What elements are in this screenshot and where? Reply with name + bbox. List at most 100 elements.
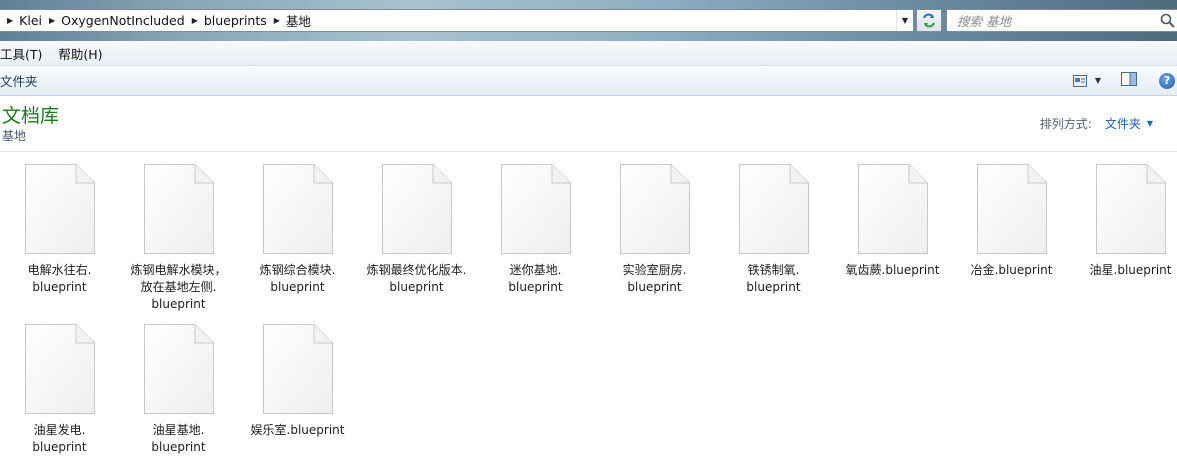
chevron-right-icon: ▶ (7, 16, 14, 25)
file-name: 炼钢综合模块. blueprint (242, 262, 354, 296)
blank-document-icon (500, 164, 571, 254)
search-box[interactable]: 搜索 基地 (946, 9, 1177, 32)
refresh-icon (923, 13, 935, 28)
arrange-by: 排列方式: 文件夹 ▼ (1040, 115, 1153, 132)
file-name: 冶金.blueprint (956, 262, 1068, 279)
search-input[interactable]: 搜索 基地 (957, 11, 1011, 30)
change-view-button[interactable]: ▼ (1072, 74, 1101, 87)
file-name-line: 氧齿蕨.blueprint (845, 263, 940, 277)
blank-document-icon (381, 164, 452, 254)
file-item[interactable]: 电解水往右. blueprint (0, 152, 119, 296)
file-name-line: 放在基地左侧. (140, 280, 217, 294)
file-name-line: 炼钢电解水模块， (130, 263, 227, 277)
file-name: 迷你基地. blueprint (480, 262, 592, 296)
breadcrumb-label: blueprints (203, 13, 267, 28)
file-name-line: 铁锈制氧. (747, 263, 800, 277)
command-bar-tools: ▼ ? (1072, 66, 1177, 95)
change-view-icon (1072, 74, 1087, 87)
file-name: 电解水往右. blueprint (4, 262, 116, 296)
blank-document-icon (619, 164, 690, 254)
blank-document-icon (262, 164, 333, 254)
address-bar[interactable]: ▶ Klei ▶ OxygenNotIncluded ▶ blueprints … (0, 9, 914, 32)
file-item[interactable]: 炼钢最终优化版本. blueprint (357, 152, 476, 296)
file-name-line: blueprint (746, 280, 801, 294)
blank-document-icon (738, 164, 809, 254)
menu-help[interactable]: 帮助(H) (58, 44, 110, 63)
file-name: 铁锈制氧. blueprint (718, 262, 830, 296)
blank-document-icon (857, 164, 928, 254)
file-name: 油星发电. blueprint (4, 422, 116, 456)
preview-pane-button[interactable] (1121, 72, 1137, 89)
library-header: 文档库 基地 排列方式: 文件夹 ▼ (0, 96, 1177, 152)
file-item[interactable]: 迷你基地. blueprint (476, 152, 595, 296)
file-item[interactable]: 炼钢综合模块. blueprint (238, 152, 357, 296)
file-grid: 电解水往右. blueprint 炼钢电解水模块， 放在基地左侧. blueprint 炼… (0, 152, 1177, 475)
file-name: 氧齿蕨.blueprint (837, 262, 949, 279)
breadcrumb-label: Klei (19, 13, 42, 28)
breadcrumb-base[interactable]: ▶ 基地 (267, 10, 311, 31)
file-name-line: 实验室厨房. (622, 263, 687, 277)
breadcrumb-label: OxygenNotIncluded (61, 13, 185, 28)
file-name-line: 电解水往右. (27, 263, 92, 277)
arrange-by-label: 排列方式: (1039, 117, 1092, 131)
file-name: 炼钢最终优化版本. blueprint (361, 262, 473, 296)
menu-bar: 工具(T) 帮助(H) (0, 41, 1177, 66)
file-item[interactable]: 冶金.blueprint (952, 152, 1071, 279)
file-name-line: 迷你基地. (509, 263, 562, 277)
file-name: 实验室厨房. blueprint (599, 262, 711, 296)
file-name: 炼钢电解水模块， 放在基地左侧. blueprint (123, 262, 235, 313)
command-bar: 文件夹 ▼ ? (0, 66, 1177, 96)
blank-document-icon (976, 164, 1047, 254)
chevron-right-icon: ▶ (49, 16, 56, 25)
blank-document-icon (143, 164, 214, 254)
help-icon[interactable]: ? (1159, 72, 1175, 89)
chevron-right-icon: ▶ (191, 16, 198, 25)
file-name: 油星.blueprint (1075, 262, 1177, 279)
file-name-line: 娱乐室.blueprint (250, 423, 345, 437)
blank-document-icon (262, 324, 333, 414)
file-name-line: blueprint (32, 440, 87, 454)
file-name-line: 炼钢最终优化版本. (366, 263, 467, 277)
file-item[interactable]: 油星基地. blueprint (119, 312, 238, 456)
file-item[interactable]: 娱乐室.blueprint (238, 312, 357, 439)
arrange-by-dropdown[interactable]: 文件夹 (1105, 115, 1141, 132)
file-name: 娱乐室.blueprint (242, 422, 354, 439)
new-folder-button[interactable]: 文件夹 (0, 71, 38, 90)
file-item[interactable]: 氧齿蕨.blueprint (833, 152, 952, 279)
file-name: 油星基地. blueprint (123, 422, 235, 456)
file-name-line: 油星发电. (33, 423, 86, 437)
blank-document-icon (1095, 164, 1166, 254)
breadcrumb-label: 基地 (285, 14, 311, 29)
library-title: 文档库 (2, 105, 60, 127)
file-name-line: blueprint (32, 280, 87, 294)
file-name-line: blueprint (508, 280, 563, 294)
breadcrumb-blueprints[interactable]: ▶ blueprints (185, 10, 267, 31)
file-name-line: 油星.blueprint (1089, 263, 1172, 277)
chevron-down-icon[interactable]: ▼ (1095, 76, 1101, 85)
menu-tools[interactable]: 工具(T) (0, 44, 50, 63)
file-name-line: blueprint (151, 297, 206, 311)
blank-document-icon (24, 164, 95, 254)
file-item[interactable]: 炼钢电解水模块， 放在基地左侧. blueprint (119, 152, 238, 313)
search-icon[interactable] (1159, 12, 1177, 30)
file-name-line: blueprint (270, 280, 325, 294)
file-name-line: 炼钢综合模块. (259, 263, 336, 277)
file-item[interactable]: 油星.blueprint (1071, 152, 1177, 279)
blank-document-icon (143, 324, 214, 414)
file-name-line: blueprint (151, 440, 206, 454)
navigation-bar: ▶ Klei ▶ OxygenNotIncluded ▶ blueprints … (0, 0, 1177, 41)
file-item[interactable]: 油星发电. blueprint (0, 312, 119, 456)
chevron-down-icon[interactable]: ▼ (1147, 119, 1153, 128)
library-subtitle: 基地 (2, 129, 27, 143)
blank-document-icon (24, 324, 95, 414)
file-item[interactable]: 实验室厨房. blueprint (595, 152, 714, 296)
file-name-line: 油星基地. (152, 423, 205, 437)
breadcrumb-oxygennotincluded[interactable]: ▶ OxygenNotIncluded (42, 10, 185, 31)
chevron-right-icon: ▶ (273, 16, 280, 25)
chevron-down-icon[interactable]: ▼ (896, 10, 913, 31)
breadcrumb-klei[interactable]: ▶ Klei (0, 10, 42, 31)
refresh-button[interactable] (916, 9, 942, 32)
file-name-line: blueprint (627, 280, 682, 294)
file-item[interactable]: 铁锈制氧. blueprint (714, 152, 833, 296)
file-name-line: 冶金.blueprint (970, 263, 1053, 277)
